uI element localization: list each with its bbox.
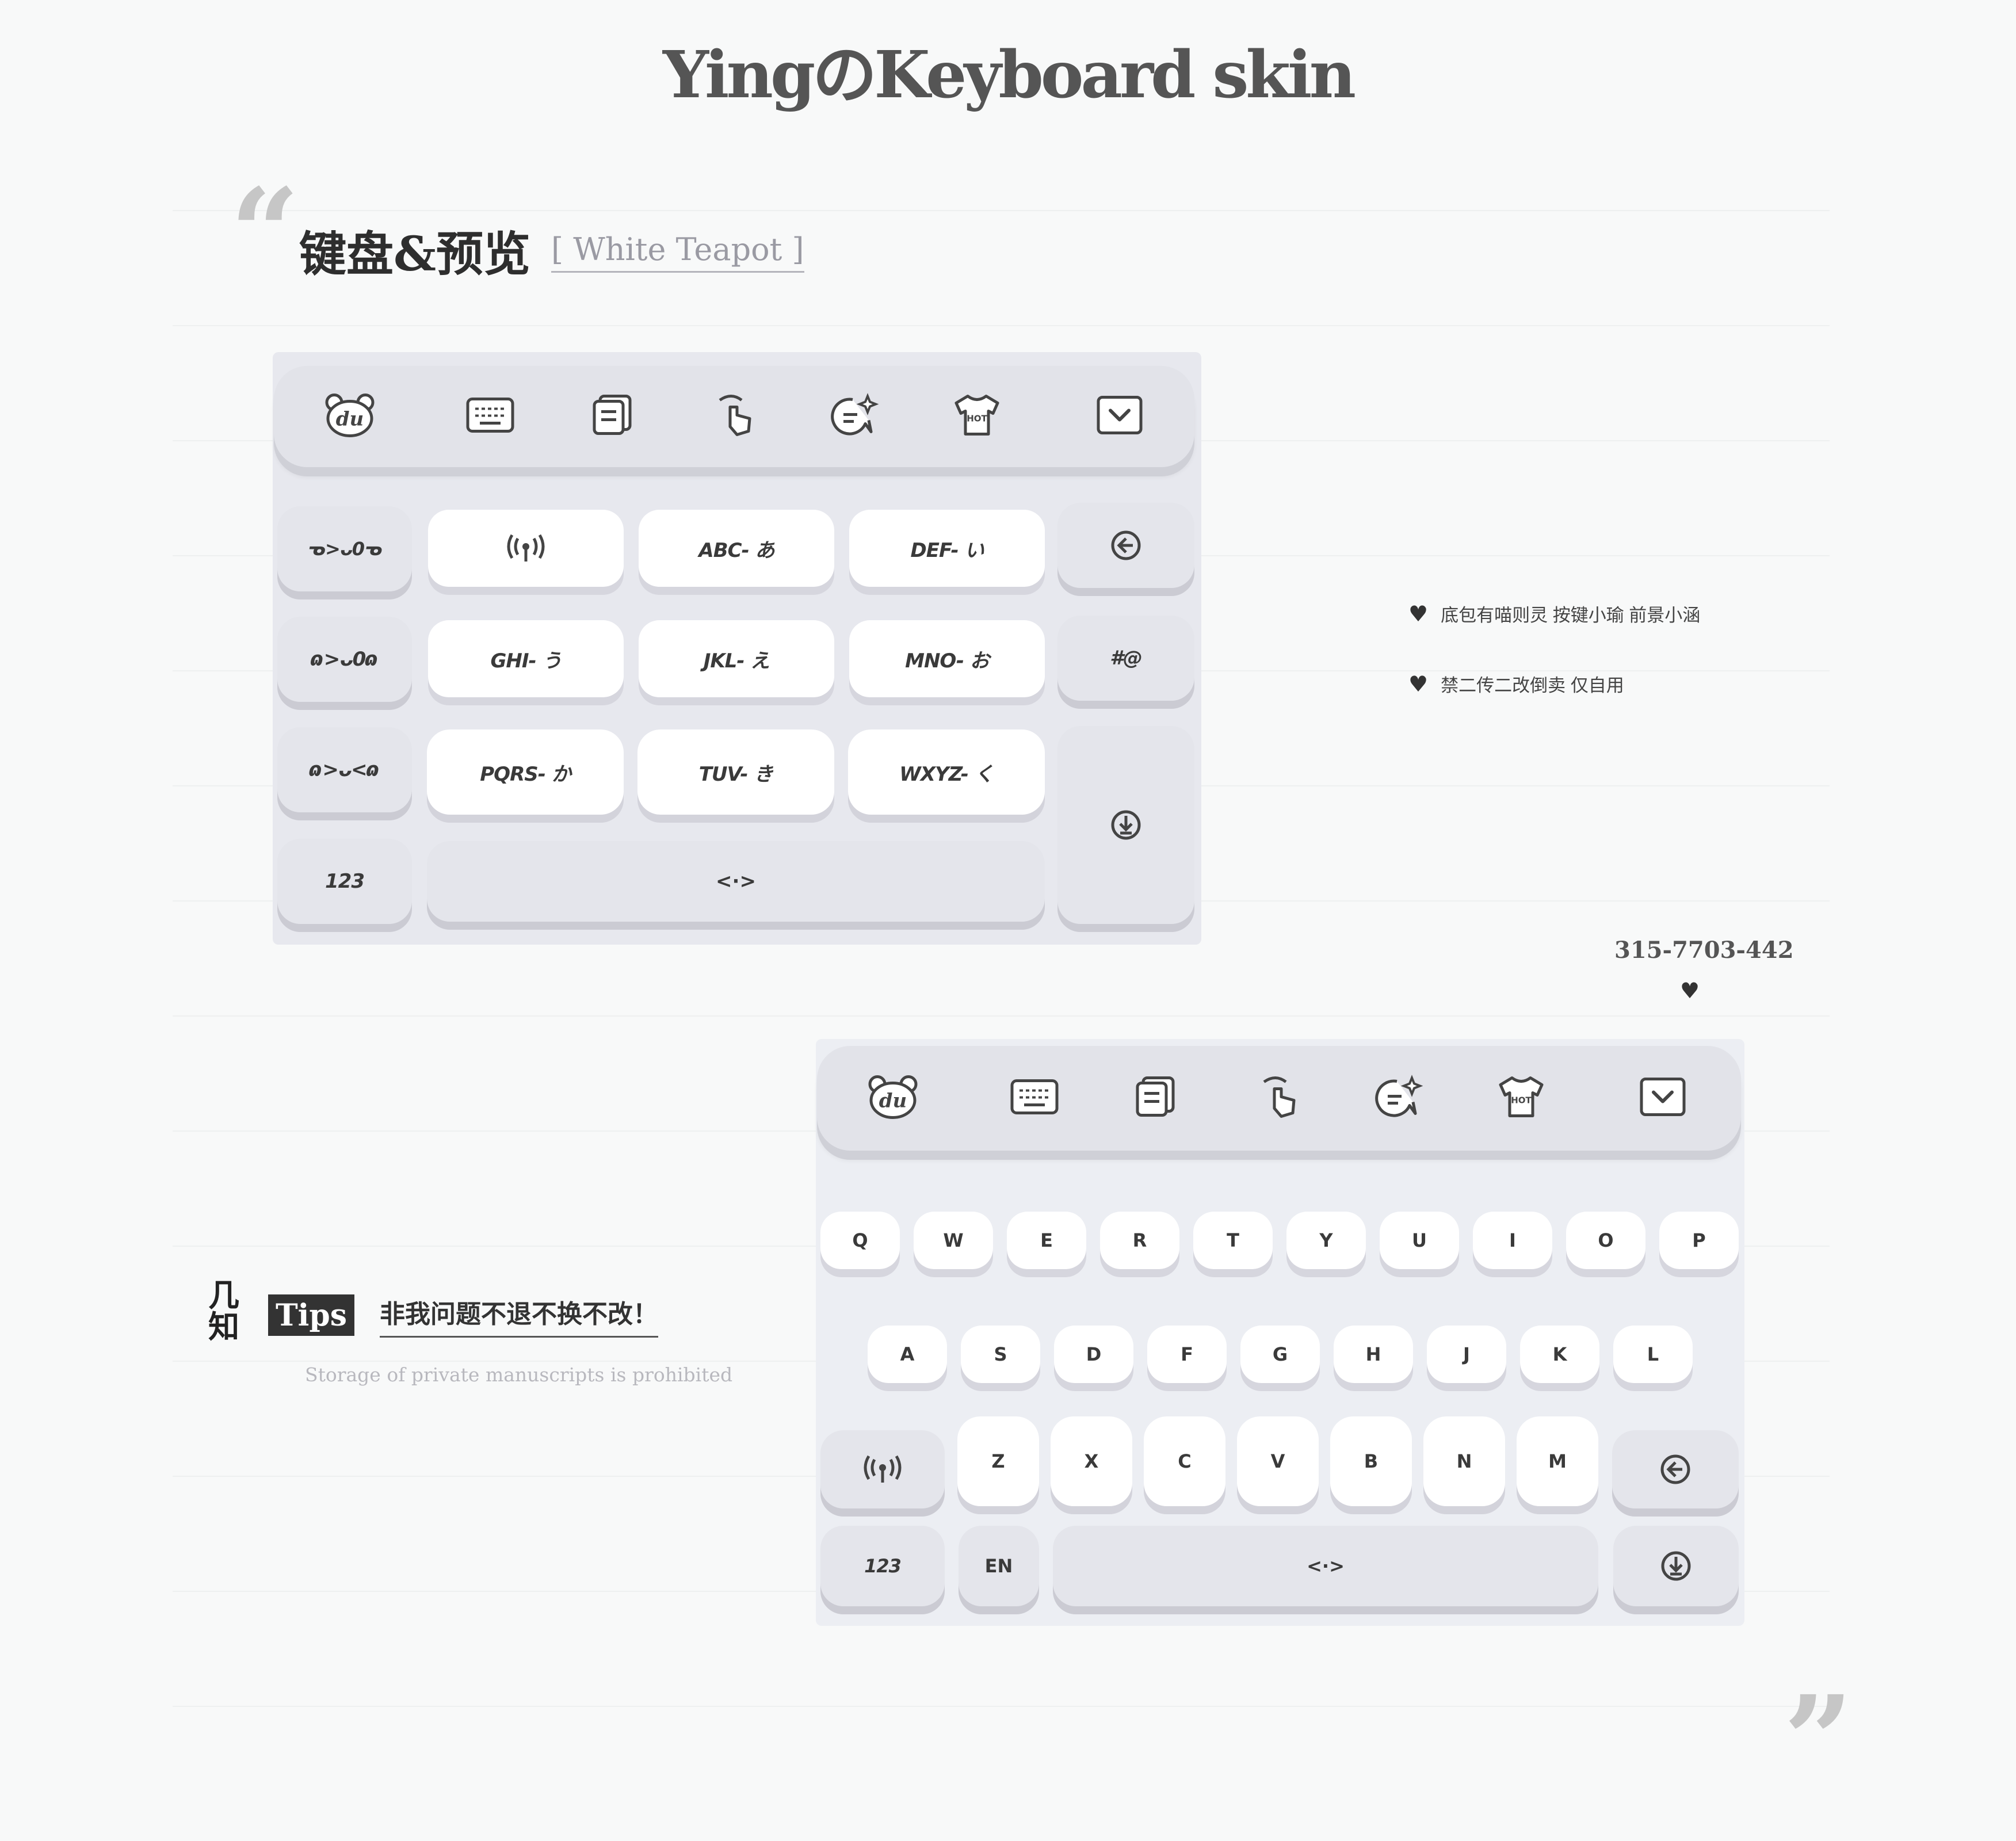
enter-key[interactable]	[1057, 726, 1194, 924]
language-key[interactable]: EN	[959, 1526, 1039, 1606]
key-l[interactable]: L	[1613, 1326, 1693, 1383]
contact-number: 315-7703-442	[1614, 937, 1794, 964]
svg-text:du: du	[879, 1090, 907, 1113]
hot-shirt-icon[interactable]: HOT	[953, 394, 1001, 440]
key-o[interactable]: O	[1566, 1212, 1645, 1269]
ruled-line	[173, 325, 1830, 326]
svg-text:HOT: HOT	[967, 414, 987, 424]
page-title: YingのKeyboard skin	[662, 37, 1356, 113]
bear-du-icon[interactable]: du	[867, 1074, 919, 1123]
emoticon-key-2[interactable]: ɷ>ᴗ0ɷ	[277, 617, 412, 702]
keyboard-toolbar: du HOT	[274, 366, 1194, 467]
key-b[interactable]: B	[1330, 1416, 1412, 1506]
collapse-icon[interactable]	[1097, 396, 1143, 438]
key-i[interactable]: I	[1473, 1212, 1552, 1269]
enter-icon	[1111, 810, 1141, 840]
key-m[interactable]: M	[1517, 1416, 1598, 1506]
t9-key-pqrs[interactable]: PQRS- か	[427, 729, 624, 815]
key-j[interactable]: J	[1427, 1326, 1506, 1383]
signal-icon	[507, 534, 545, 562]
key-n[interactable]: N	[1423, 1416, 1505, 1506]
clipboard-icon[interactable]	[1135, 1076, 1175, 1121]
key-d[interactable]: D	[1054, 1326, 1133, 1383]
t9-key-wxyz[interactable]: WXYZ- く	[848, 729, 1045, 815]
space-key[interactable]: <·>	[427, 841, 1045, 922]
chat-sparkle-icon[interactable]	[831, 393, 879, 440]
t9-key-abc[interactable]: ABC- あ	[639, 510, 834, 587]
heart-icon: ♥	[1680, 978, 1700, 1003]
close-quote-mark: ”	[1784, 1669, 1853, 1811]
signal-key[interactable]	[820, 1430, 945, 1508]
emoticon-key-3[interactable]: ɷ>ᴗ<ɷ	[277, 727, 412, 812]
keyboard-toolbar: du HOT	[817, 1046, 1741, 1151]
key-h[interactable]: H	[1334, 1326, 1413, 1383]
backspace-icon	[1660, 1454, 1690, 1484]
enter-icon	[1661, 1551, 1691, 1581]
keyboard-preview-t9: du HOT ᓀ>ᴗ0ᓀ ɷ>ᴗ0ɷ ɷ>ᴗ<ɷ 123 ABC- あ DEF-…	[273, 352, 1201, 945]
section-title: 键盘&预览	[299, 227, 531, 282]
symbol-key[interactable]: #@	[1057, 616, 1194, 701]
backspace-key[interactable]	[1612, 1430, 1739, 1508]
keyboard-icon[interactable]	[1010, 1079, 1059, 1118]
tips-side-label: 几 知	[208, 1277, 239, 1346]
tips-badge: Tips	[268, 1294, 354, 1336]
heart-icon: ♥	[1408, 601, 1429, 627]
number-mode-key[interactable]: 123	[277, 839, 412, 924]
key-x[interactable]: X	[1051, 1416, 1132, 1506]
key-s[interactable]: S	[961, 1326, 1040, 1383]
clipboard-icon[interactable]	[592, 395, 632, 439]
key-k[interactable]: K	[1520, 1326, 1599, 1383]
key-e[interactable]: E	[1007, 1212, 1086, 1269]
key-a[interactable]: A	[868, 1326, 947, 1383]
ruled-line	[173, 1706, 1830, 1707]
tips-english: Storage of private manuscripts is prohib…	[305, 1363, 733, 1386]
key-u[interactable]: U	[1380, 1212, 1459, 1269]
tips-text: 非我问题不退不换不改！	[380, 1293, 658, 1338]
t9-key-tuv[interactable]: TUV- き	[637, 729, 834, 815]
section-subtitle: [ White Teapot ]	[551, 231, 804, 273]
key-f[interactable]: F	[1147, 1326, 1227, 1383]
key-t[interactable]: T	[1193, 1212, 1273, 1269]
gesture-icon[interactable]	[714, 392, 754, 441]
ruled-line	[173, 1015, 1830, 1017]
t9-key-mno[interactable]: MNO- お	[849, 620, 1045, 697]
t9-key-ghi[interactable]: GHI- う	[428, 620, 624, 697]
key-q[interactable]: Q	[820, 1212, 900, 1269]
keyboard-icon[interactable]	[466, 398, 514, 436]
enter-key[interactable]	[1613, 1526, 1739, 1606]
key-y[interactable]: Y	[1286, 1212, 1366, 1269]
bear-du-icon[interactable]: du	[324, 392, 376, 441]
emoticon-key-1[interactable]: ᓀ>ᴗ0ᓀ	[277, 506, 412, 591]
space-key[interactable]: <·>	[1053, 1526, 1598, 1606]
key-v[interactable]: V	[1237, 1416, 1319, 1506]
chat-sparkle-icon[interactable]	[1375, 1075, 1423, 1121]
backspace-icon	[1111, 530, 1141, 560]
open-quote-mark: “	[230, 162, 300, 304]
key-p[interactable]: P	[1659, 1212, 1739, 1269]
key-g[interactable]: G	[1240, 1326, 1320, 1383]
key-c[interactable]: C	[1144, 1416, 1225, 1506]
hot-shirt-icon[interactable]: HOT	[1497, 1076, 1545, 1121]
svg-text:HOT: HOT	[1511, 1095, 1532, 1106]
gesture-icon[interactable]	[1258, 1074, 1299, 1123]
number-mode-key[interactable]: 123	[820, 1526, 945, 1606]
t9-key-def[interactable]: DEF- い	[849, 510, 1045, 587]
t9-key-signal[interactable]	[428, 510, 624, 587]
key-r[interactable]: R	[1100, 1212, 1179, 1269]
svg-text:du: du	[336, 408, 364, 431]
credit-note: ♥ 底包有喵则灵 按键小瑜 前景小涵	[1408, 601, 1701, 627]
backspace-key[interactable]	[1057, 503, 1194, 588]
usage-note: ♥ 禁二传二改倒卖 仅自用	[1408, 671, 1624, 697]
ruled-line	[173, 210, 1830, 211]
heart-icon: ♥	[1408, 671, 1429, 697]
signal-icon	[864, 1455, 902, 1483]
t9-key-jkl[interactable]: JKL- え	[639, 620, 834, 697]
key-w[interactable]: W	[914, 1212, 993, 1269]
collapse-icon[interactable]	[1640, 1078, 1686, 1120]
keyboard-preview-qwerty: du HOT Q W E R T Y U I O P A S D F G H J…	[816, 1039, 1744, 1626]
key-z[interactable]: Z	[957, 1416, 1039, 1506]
